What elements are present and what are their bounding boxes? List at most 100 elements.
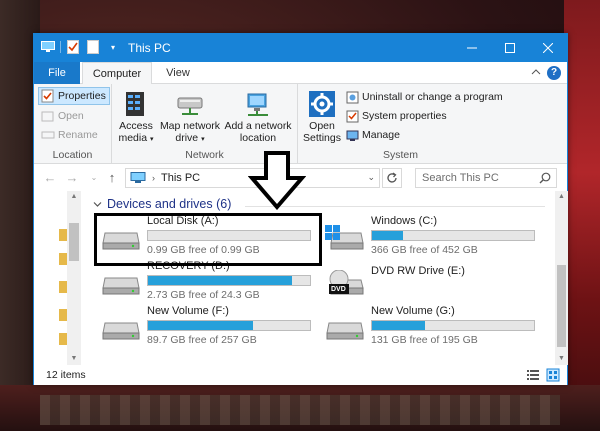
refresh-button[interactable] xyxy=(382,168,402,188)
properties-check-icon[interactable] xyxy=(65,39,81,55)
recent-locations-chevron-icon[interactable]: ⌄ xyxy=(86,170,102,186)
drive-usage-fill xyxy=(372,321,426,330)
add-location-label-2: location xyxy=(239,132,277,144)
open-button[interactable]: Open xyxy=(41,107,84,125)
media-icon xyxy=(116,88,156,118)
address-dropdown-icon[interactable]: ⌄ xyxy=(367,172,375,183)
system-properties-button[interactable]: System properties xyxy=(346,107,447,125)
folder-icon[interactable] xyxy=(59,229,67,241)
title-bar: ▾ This PC xyxy=(34,34,567,62)
drive-item-c[interactable]: Windows (C:) 366 GB free of 452 GB xyxy=(317,215,547,257)
drive-usage-bar xyxy=(147,320,311,331)
content-scrollbar[interactable]: ▲ ▼ xyxy=(555,191,568,365)
minimize-button[interactable] xyxy=(453,34,491,62)
scroll-down-icon[interactable]: ▼ xyxy=(67,353,81,365)
open-icon xyxy=(41,111,54,122)
drive-item-f[interactable]: New Volume (F:) 89.7 GB free of 257 GB xyxy=(93,305,323,347)
scroll-up-icon[interactable]: ▲ xyxy=(555,191,568,203)
ribbon-group-system: Open Settings Uninstall or change a prog… xyxy=(298,84,503,164)
close-button[interactable] xyxy=(529,34,567,62)
uninstall-program-button[interactable]: Uninstall or change a program xyxy=(346,88,503,106)
properties-label: Properties xyxy=(58,90,106,102)
drive-item-d[interactable]: RECOVERY (D:) 2.73 GB free of 24.3 GB xyxy=(93,260,323,302)
drive-free-space: 89.7 GB free of 257 GB xyxy=(147,334,257,346)
chevron-down-icon[interactable] xyxy=(93,201,102,208)
scroll-down-icon[interactable]: ▼ xyxy=(555,353,568,365)
drive-usage-fill xyxy=(148,276,293,285)
back-arrow-icon[interactable]: ← xyxy=(42,170,58,186)
ribbon-group-label-location: Location xyxy=(52,149,93,161)
system-properties-icon xyxy=(346,110,359,122)
tab-view[interactable]: View xyxy=(158,62,198,84)
open-settings-label-2: Settings xyxy=(303,132,341,144)
drive-item-g[interactable]: New Volume (G:) 131 GB free of 195 GB xyxy=(317,305,547,347)
item-count: 12 items xyxy=(46,369,86,381)
details-view-icon[interactable] xyxy=(526,368,540,382)
customize-qat-icon[interactable]: ▾ xyxy=(105,39,121,55)
ribbon-group-label-system: System xyxy=(382,149,418,161)
manage-icon xyxy=(346,130,359,141)
folder-icon[interactable] xyxy=(59,333,67,345)
devices-drives-group-header[interactable]: Devices and drives (6) xyxy=(93,197,231,211)
hdd-icon xyxy=(326,322,364,340)
properties-button[interactable]: Properties xyxy=(38,87,110,105)
help-icon[interactable]: ? xyxy=(547,66,561,80)
content-scroll-thumb[interactable] xyxy=(557,265,566,347)
drive-name: New Volume (G:) xyxy=(371,305,455,317)
navigation-pane[interactable]: ▲ ▼ xyxy=(34,191,81,365)
map-drive-label-2: drive xyxy=(175,132,199,144)
drive-free-space: 131 GB free of 195 GB xyxy=(371,334,478,346)
add-network-location-button[interactable]: Add a network location xyxy=(222,88,294,144)
breadcrumb-chevron-icon[interactable]: › xyxy=(152,173,155,183)
open-settings-label-1: Open xyxy=(309,120,335,132)
chevron-up-icon[interactable] xyxy=(531,67,541,79)
hdd-icon xyxy=(102,322,140,340)
drive-item-e[interactable]: DVD DVD RW Drive (E:) xyxy=(317,260,547,302)
desktop-right-decoration xyxy=(564,0,600,431)
drive-free-space: 366 GB free of 452 GB xyxy=(371,244,478,256)
status-bar: 12 items xyxy=(34,365,567,385)
tab-computer[interactable]: Computer xyxy=(82,62,152,85)
new-folder-icon[interactable] xyxy=(85,39,101,55)
manage-label: Manage xyxy=(362,129,400,141)
forward-arrow-icon[interactable]: → xyxy=(64,170,80,186)
search-input[interactable]: Search This PC xyxy=(415,168,557,188)
system-properties-label: System properties xyxy=(362,110,447,122)
folder-icon[interactable] xyxy=(59,309,67,321)
navigation-scroll-thumb[interactable] xyxy=(69,223,79,261)
access-media-label-2: media xyxy=(118,132,148,144)
map-drive-label-1: Map network xyxy=(159,120,221,132)
access-media-label-1: Access xyxy=(119,120,153,132)
open-settings-button[interactable]: Open Settings xyxy=(302,88,342,144)
properties-icon xyxy=(41,89,54,103)
access-media-button[interactable]: Access media ▾ xyxy=(116,88,156,146)
maximize-button[interactable] xyxy=(491,34,529,62)
search-placeholder: Search This PC xyxy=(422,172,499,184)
drive-usage-fill xyxy=(372,231,403,240)
tab-file[interactable]: File xyxy=(34,62,80,84)
windows-drive-icon xyxy=(325,225,364,250)
uninstall-label: Uninstall or change a program xyxy=(362,91,503,103)
dvd-label: DVD xyxy=(331,286,346,293)
folder-icon[interactable] xyxy=(59,253,67,265)
scroll-up-icon[interactable]: ▲ xyxy=(67,191,81,203)
desktop-belt-decoration xyxy=(40,395,560,425)
drive-name: New Volume (F:) xyxy=(147,305,229,317)
group-title: Devices and drives (6) xyxy=(107,197,232,211)
drive-usage-fill xyxy=(148,321,254,330)
up-arrow-icon[interactable]: ↑ xyxy=(104,170,120,186)
rename-button[interactable]: Rename xyxy=(41,126,98,144)
settings-gear-icon xyxy=(302,88,342,118)
navigation-scrollbar[interactable]: ▲ ▼ xyxy=(67,191,81,365)
map-network-drive-button[interactable]: Map network drive ▾ xyxy=(158,88,222,146)
computer-icon[interactable] xyxy=(40,39,56,55)
breadcrumb-this-pc[interactable]: This PC xyxy=(161,172,200,184)
manage-button[interactable]: Manage xyxy=(346,126,400,144)
folder-icon[interactable] xyxy=(59,281,67,293)
large-icons-view-icon[interactable] xyxy=(546,368,560,382)
refresh-icon xyxy=(387,172,397,183)
search-icon[interactable] xyxy=(539,172,551,187)
rename-label: Rename xyxy=(58,129,98,141)
window-title: This PC xyxy=(128,41,171,55)
chevron-down-icon: ▾ xyxy=(150,136,154,143)
